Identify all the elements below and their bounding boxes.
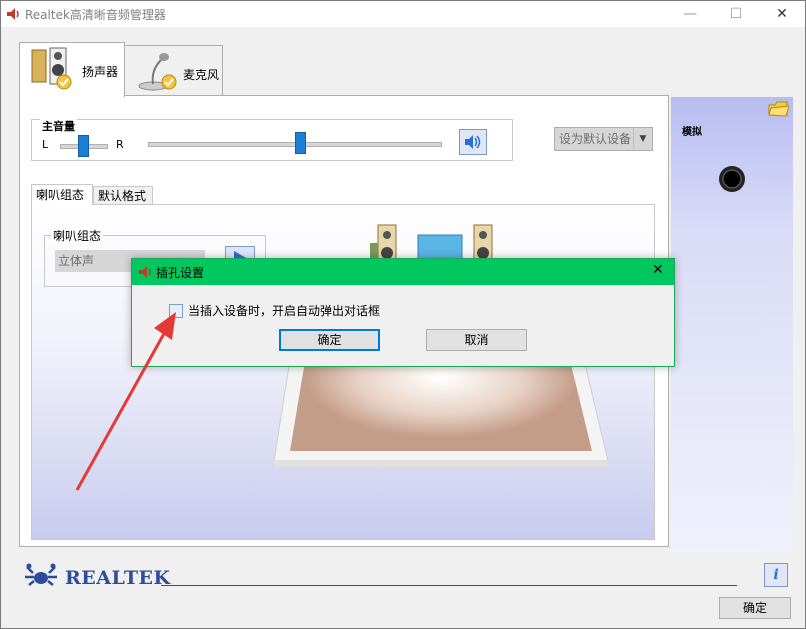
dialog-title-bar: 插孔设置 ✕ (132, 259, 674, 285)
speaker-icon (7, 8, 19, 20)
folder-icon[interactable] (767, 99, 789, 119)
ok-button-label: 确定 (742, 601, 767, 615)
window-title: Realtek高清晰音频管理器 (25, 8, 166, 22)
dialog-close-icon[interactable]: ✕ (652, 262, 664, 278)
title-bar: Realtek高清晰音频管理器 — ☐ ✕ (1, 1, 805, 27)
audio-jack-icon[interactable] (718, 165, 746, 193)
maximize-button[interactable]: ☐ (713, 1, 759, 27)
info-icon: i (773, 567, 779, 583)
tab-default-format[interactable]: 默认格式 (93, 186, 153, 205)
speaker-config-panel: 喇叭组态 立体声 (31, 204, 655, 540)
microphone-icon (138, 53, 177, 91)
tab-mic[interactable]: 麦克风 (124, 45, 223, 97)
speaker-config-value: 立体声 (58, 254, 95, 268)
dialog-ok-label: 确定 (317, 333, 342, 347)
chevron-down-icon[interactable]: ▼ (633, 128, 652, 150)
volume-slider[interactable] (294, 132, 306, 154)
close-button[interactable]: ✕ (759, 1, 805, 27)
auto-popup-checkbox[interactable] (169, 304, 183, 318)
dialog-body: 当插入设备时，开启自动弹出对话框 确定 取消 (132, 285, 674, 366)
jack-panel: 模拟 (671, 97, 793, 553)
volume-icon (465, 135, 481, 149)
volume-group: 主音量 L R (31, 118, 513, 161)
config-group-label: 喇叭组态 (51, 227, 104, 244)
tab-mic-label: 麦克风 (183, 68, 220, 82)
realtek-brand: REALTEK (65, 567, 171, 589)
tab-speaker-label: 扬声器 (82, 65, 119, 79)
speaker-icon (139, 266, 151, 278)
dialog-cancel-label: 取消 (464, 333, 489, 347)
balance-slider[interactable] (78, 135, 89, 157)
tab-default-format-label: 默认格式 (98, 189, 147, 203)
analog-label: 模拟 (682, 127, 702, 138)
dialog-ok-button[interactable]: 确定 (279, 329, 380, 351)
realtek-logo: REALTEK (23, 561, 170, 591)
tab-speaker-config[interactable]: 喇叭组态 (31, 184, 93, 205)
dialog-title: 插孔设置 (156, 266, 205, 280)
dialog-cancel-button[interactable]: 取消 (426, 329, 527, 351)
set-default-device-button[interactable]: 设为默认设备 ▼ (554, 127, 653, 151)
speaker-device-icon (31, 47, 72, 90)
set-default-device-label: 设为默认设备 (559, 132, 632, 146)
jack-settings-dialog: 插孔设置 ✕ 当插入设备时，开启自动弹出对话框 确定 取消 (131, 258, 675, 367)
info-button[interactable]: i (764, 563, 788, 587)
auto-popup-label: 当插入设备时，开启自动弹出对话框 (188, 304, 381, 318)
mute-button[interactable] (459, 129, 487, 155)
minimize-button[interactable]: — (667, 1, 713, 27)
volume-label: 主音量 (40, 118, 77, 134)
balance-right-label: R (116, 138, 124, 151)
ok-button[interactable]: 确定 (719, 597, 791, 619)
crab-logo-icon (25, 563, 57, 586)
footer-divider (161, 585, 737, 586)
tab-speaker-config-label: 喇叭组态 (36, 188, 85, 202)
balance-left-label: L (42, 138, 49, 151)
tab-speaker[interactable]: 扬声器 (19, 42, 125, 97)
